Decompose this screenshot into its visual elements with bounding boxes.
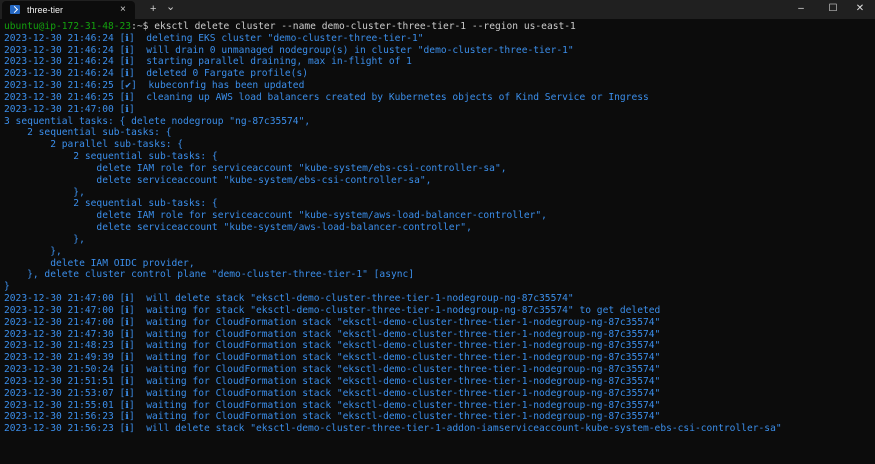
task-tree-line: },: [4, 233, 85, 245]
task-tree-line: 2 sequential sub-tasks: {: [4, 127, 172, 139]
task-tree-line: delete IAM OIDC provider,: [4, 257, 195, 269]
log-line: 2023-12-30 21:48:23 [ℹ] waiting for Clou…: [4, 340, 661, 352]
log-line: 2023-12-30 21:46:25 [✔] kubeconfig has b…: [4, 80, 305, 92]
log-line: 2023-12-30 21:47:00 [ℹ] waiting for Clou…: [4, 316, 661, 328]
task-tree-line: 2 sequential sub-tasks: {: [4, 151, 218, 163]
tab-title: three-tier: [27, 5, 64, 15]
terminal-output[interactable]: ubuntu@ip-172-31-48-23:~$ eksctl delete …: [4, 21, 871, 464]
close-tab-button[interactable]: ×: [120, 4, 126, 16]
command-text: eksctl delete cluster --name demo-cluste…: [154, 21, 576, 32]
log-line: 2023-12-30 21:55:01 [ℹ] waiting for Clou…: [4, 399, 661, 411]
stack-log-block: 2023-12-30 21:47:00 [ℹ] will delete stac…: [4, 293, 871, 435]
minimize-button[interactable]: –: [794, 3, 808, 15]
close-window-button[interactable]: ✕: [853, 3, 867, 15]
log-line: 2023-12-30 21:50:24 [ℹ] waiting for Clou…: [4, 364, 661, 376]
prompt-line: ubuntu@ip-172-31-48-23:~$ eksctl delete …: [4, 21, 871, 33]
log-line: 2023-12-30 21:53:07 [ℹ] waiting for Clou…: [4, 387, 661, 399]
task-tree-line: 3 sequential tasks: { delete nodegroup "…: [4, 115, 311, 127]
tab-dropdown-button[interactable]: ⌄: [166, 0, 175, 14]
log-line: 2023-12-30 21:47:00 [ℹ]: [4, 103, 147, 115]
log-line: 2023-12-30 21:47:00 [ℹ] waiting for stac…: [4, 304, 661, 316]
log-block: 2023-12-30 21:46:24 [ℹ] deleting EKS clu…: [4, 33, 871, 116]
log-line: 2023-12-30 21:51:51 [ℹ] waiting for Clou…: [4, 375, 661, 387]
task-tree-block: 3 sequential tasks: { delete nodegroup "…: [4, 116, 871, 293]
log-line: 2023-12-30 21:46:24 [ℹ] deleted 0 Fargat…: [4, 68, 308, 80]
log-line: 2023-12-30 21:56:23 [ℹ] waiting for Clou…: [4, 411, 661, 423]
task-tree-line: }: [4, 281, 10, 293]
prompt-path: :~$: [131, 21, 155, 32]
task-tree-line: }, delete cluster control plane "demo-cl…: [4, 269, 415, 281]
task-tree-line: },: [4, 186, 85, 198]
task-tree-line: delete IAM role for serviceaccount "kube…: [4, 162, 507, 174]
task-tree-line: delete IAM role for serviceaccount "kube…: [4, 210, 547, 222]
task-tree-line: },: [4, 245, 62, 257]
terminal-icon: [10, 5, 20, 14]
task-tree-line: 2 sequential sub-tasks: {: [4, 198, 218, 210]
log-line: 2023-12-30 21:46:25 [ℹ] cleaning up AWS …: [4, 91, 649, 103]
log-line: 2023-12-30 21:47:30 [ℹ] waiting for Clou…: [4, 328, 661, 340]
log-line: 2023-12-30 21:47:00 [ℹ] will delete stac…: [4, 293, 574, 305]
log-line: 2023-12-30 21:46:24 [ℹ] will drain 0 unm…: [4, 44, 574, 56]
log-line: 2023-12-30 21:49:39 [ℹ] waiting for Clou…: [4, 352, 661, 364]
log-line: 2023-12-30 21:46:24 [ℹ] deleting EKS clu…: [4, 32, 424, 44]
task-tree-line: delete serviceaccount "kube-system/aws-l…: [4, 222, 472, 234]
maximize-button[interactable]: ☐: [826, 3, 840, 15]
task-tree-line: 2 parallel sub-tasks: {: [4, 139, 184, 151]
log-line: 2023-12-30 21:56:23 [ℹ] will delete stac…: [4, 423, 782, 435]
log-line: 2023-12-30 21:46:24 [ℹ] starting paralle…: [4, 56, 412, 68]
tab-three-tier[interactable]: three-tier ×: [2, 1, 135, 19]
prompt-user-host: ubuntu@ip-172-31-48-23: [4, 21, 132, 32]
task-tree-line: delete serviceaccount "kube-system/ebs-c…: [4, 174, 432, 186]
title-bar: three-tier × + ⌄ – ☐ ✕: [0, 0, 875, 19]
new-tab-button[interactable]: +: [150, 2, 156, 16]
